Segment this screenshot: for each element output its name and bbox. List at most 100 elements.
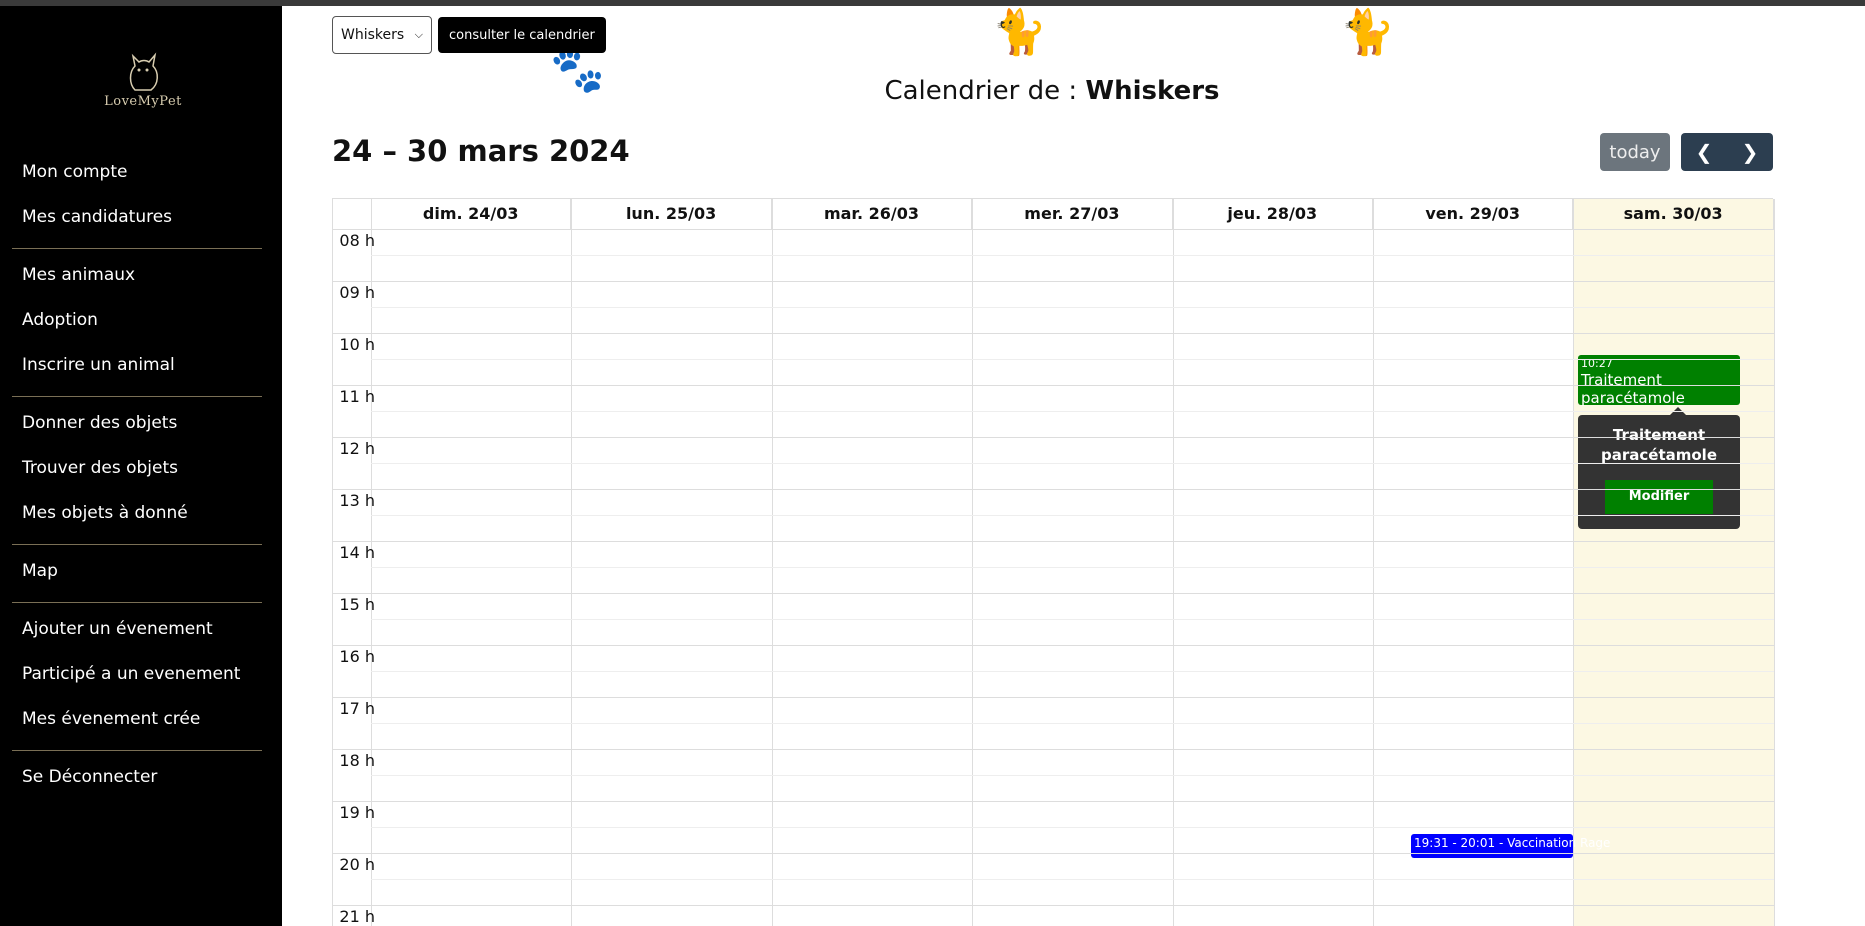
sidebar-item-adoption[interactable]: Adoption [12,298,262,343]
half-hour-line [371,463,1774,464]
column-divider [571,199,573,926]
half-hour-line [371,827,1774,828]
hour-line [333,853,1774,854]
sidebar-item-mon-compte[interactable]: Mon compte [12,150,262,195]
day-header: dim. 24/03 [371,199,572,229]
hour-label: 08 h [339,231,375,250]
chevron-left-icon: ❮ [1695,140,1713,164]
half-hour-line [371,567,1774,568]
event-vaccination-rage[interactable]: 19:31 - 20:01 - Vaccination Rage [1411,834,1610,858]
hour-label: 21 h [339,907,375,926]
sidebar-item-mes-évenement-crée[interactable]: Mes évenement crée [12,697,262,742]
sidebar-item-se-déconnecter[interactable]: Se Déconnecter [12,755,262,800]
column-divider [1172,199,1174,926]
pet-select[interactable]: Whiskers ⌵ [332,16,432,54]
hour-label: 12 h [339,439,375,458]
sidebar-item-inscrire-un-animal[interactable]: Inscrire un animal [12,343,262,388]
hour-line [333,593,1774,594]
column-divider [1573,199,1575,926]
hour-line [333,385,1774,386]
sidebar-item-mes-objets-à-donné[interactable]: Mes objets à donné [12,491,262,536]
sidebar-item-mes-animaux[interactable]: Mes animaux [12,253,262,298]
popover-title: Traitement paracétamole [1601,426,1717,464]
hour-line [333,333,1774,334]
half-hour-line [371,775,1774,776]
hour-label: 19 h [339,803,375,822]
day-header: ven. 29/03 [1373,199,1574,229]
day-header: mar. 26/03 [772,199,973,229]
hour-label: 13 h [339,491,375,510]
prev-week-button[interactable]: ❮ [1681,133,1727,171]
sidebar-item-trouver-des-objets[interactable]: Trouver des objets [12,446,262,491]
half-hour-line [371,879,1774,880]
event-popover: Traitement paracétamole Modifier [1578,407,1740,529]
column-divider [1373,199,1374,926]
hour-line [333,541,1774,542]
column-divider [1773,199,1775,926]
sidebar-item-donner-des-objets[interactable]: Donner des objets [12,401,262,446]
chevron-down-icon: ⌵ [414,28,423,41]
nav-group: Mes animaux Adoption Inscrire un animal [12,249,262,397]
hour-label: 10 h [339,335,375,354]
header-divider [333,229,1774,230]
column-divider [972,199,974,926]
half-hour-line [371,255,1774,256]
half-hour-line [371,723,1774,724]
logo[interactable]: LoveMyPet [88,50,198,120]
half-hour-line [371,307,1774,308]
hour-label: 17 h [339,699,375,718]
day-header: lun. 25/03 [571,199,772,229]
cat-silhouette-icon: 🐈 [1340,7,1395,58]
nav-group: Donner des objets Trouver des objets Mes o… [12,397,262,545]
sidebar-item-ajouter-un-évenement[interactable]: Ajouter un évenement [12,607,262,652]
hour-line [333,281,1774,282]
day-header: sam. 30/03 [1573,199,1774,229]
half-hour-line [371,359,1774,360]
event-traitement-paracetamole[interactable]: 10:27 Traitement paracétamole [1578,355,1740,407]
nav-group: Mon compte Mes candidatures [12,146,262,249]
sidebar: LoveMyPet Mon compte Mes candidatures Mes … [0,6,282,926]
page-title-pet-name: Whiskers [1085,76,1220,106]
pet-picker: Whiskers ⌵ consulter le calendrier [332,16,606,54]
day-header: mer. 27/03 [972,199,1173,229]
next-week-button[interactable]: ❯ [1727,133,1773,171]
nav-group: Ajouter un évenement Participé a un evene… [12,603,262,751]
hour-label: 18 h [339,751,375,770]
hour-line [333,645,1774,646]
hour-line [333,697,1774,698]
hour-line [333,437,1774,438]
week-calendar-grid: 10:27 Traitement paracétamole Traitement… [332,198,1775,926]
hour-line [333,905,1774,906]
half-hour-line [371,515,1774,516]
hour-label: 16 h [339,647,375,666]
hour-line [333,489,1774,490]
page-title: Calendrier de : Whiskers [282,76,1822,106]
sidebar-nav: Mon compte Mes candidatures Mes animaux Ado… [0,146,282,808]
view-calendar-button[interactable]: consulter le calendrier [438,17,606,53]
hour-label: 15 h [339,595,375,614]
sidebar-item-participé-a-un-evenement[interactable]: Participé a un evenement [12,652,262,697]
hour-label: 14 h [339,543,375,562]
half-hour-line [371,619,1774,620]
main-content: 🐾 🐈 🐈 Whiskers ⌵ consulter le calendrier… [282,6,1865,926]
page-title-prefix: Calendrier de : [884,76,1086,106]
day-header: jeu. 28/03 [1173,199,1373,229]
today-button[interactable]: today [1600,133,1670,171]
chevron-right-icon: ❯ [1741,140,1759,164]
half-hour-line [371,411,1774,412]
hour-label: 09 h [339,283,375,302]
nav-group: Se Déconnecter [12,751,262,808]
dog-cat-logo-icon [129,52,158,91]
half-hour-line [371,671,1774,672]
cat-silhouette-icon: 🐈 [992,7,1047,58]
sidebar-item-map[interactable]: Map [12,549,262,594]
pet-select-value: Whiskers [341,27,405,43]
sidebar-item-mes-candidatures[interactable]: Mes candidatures [12,195,262,240]
hour-label: 20 h [339,855,375,874]
modify-event-button[interactable]: Modifier [1605,480,1713,514]
event-title: Traitement paracétamole [1581,371,1685,407]
nav-group: Map [12,545,262,603]
hour-line [333,801,1774,802]
hour-label: 11 h [339,387,375,406]
hour-line [333,749,1774,750]
